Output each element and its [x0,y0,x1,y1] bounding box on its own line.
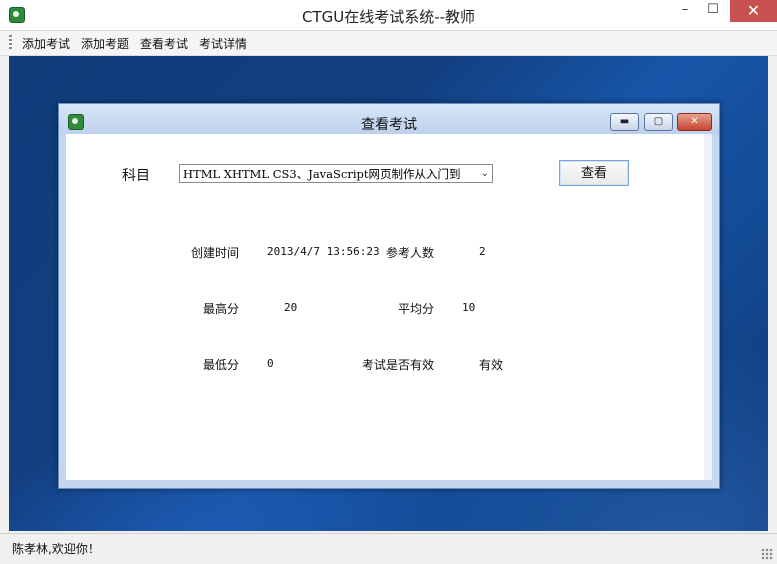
menu-view-exam[interactable]: 查看考试 [140,35,188,52]
child-client-area: 科目 HTML XHTML CS3、JavaScript网页制作从入门到 ⌄ 查… [66,134,712,480]
status-bar: 陈孝林,欢迎你！ [0,533,777,564]
child-close-button[interactable]: ✕ [677,113,712,131]
window-titlebar: CTGU在线考试系统--教师 – ☐ ✕ [0,0,777,31]
menu-grip-icon [9,35,12,51]
subject-label: 科目 [122,168,150,184]
exam-valid-value: 有效 [479,358,504,372]
max-score-value: 20 [284,301,298,314]
menu-bar: 添加考试 添加考题 查看考试 考试详情 [0,31,777,56]
subject-select-value: HTML XHTML CS3、JavaScript网页制作从入门到 [183,167,461,181]
exam-valid-label: 考试是否有效 [362,358,435,372]
chevron-down-icon[interactable]: ⌄ [481,165,489,182]
status-welcome-text: 陈孝林,欢迎你！ [12,542,100,556]
minimize-button[interactable]: – [670,0,700,22]
child-minimize-button[interactable]: ▬ [610,113,639,131]
min-score-label: 最低分 [203,358,240,372]
view-button[interactable]: 查看 [559,160,629,186]
menu-add-exam[interactable]: 添加考试 [22,35,70,52]
min-score-value: 0 [267,357,274,370]
menu-exam-details[interactable]: 考试详情 [199,35,247,52]
max-score-label: 最高分 [203,302,240,316]
avg-score-value: 10 [462,301,476,314]
subject-select[interactable]: HTML XHTML CS3、JavaScript网页制作从入门到 ⌄ [179,164,493,183]
created-time-value: 2013/4/7 13:56:23 [267,245,380,258]
participants-value: 2 [479,245,486,258]
menu-add-question[interactable]: 添加考题 [81,35,129,52]
child-maximize-button[interactable]: ▢ [644,113,673,131]
maximize-button[interactable]: ☐ [698,0,728,22]
window-title: CTGU在线考试系统--教师 [301,8,476,26]
client-edge [704,134,712,480]
participants-label: 参考人数 [386,246,435,260]
resize-grip-icon[interactable] [761,548,773,560]
close-button[interactable]: ✕ [730,0,777,22]
child-titlebar[interactable]: 查看考试 ▬ ▢ ✕ [59,104,719,134]
avg-score-label: 平均分 [398,302,435,316]
view-exam-window: 查看考试 ▬ ▢ ✕ 科目 HTML XHTML CS3、JavaScript网… [58,103,720,489]
created-time-label: 创建时间 [191,246,240,260]
